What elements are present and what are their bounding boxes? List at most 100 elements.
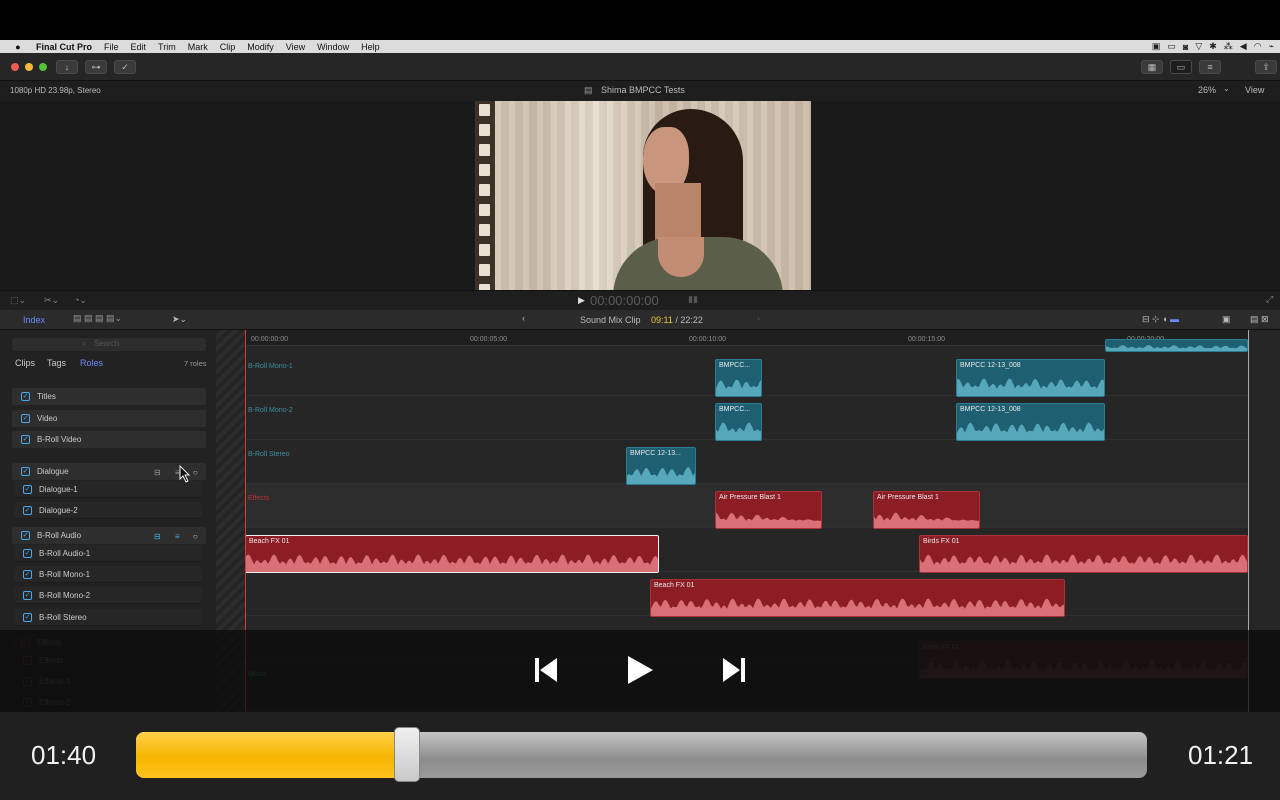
camera-icon[interactable]: ▭ — [1167, 41, 1176, 52]
index-tab[interactable]: Index — [23, 315, 45, 325]
zoom-window-button[interactable] — [39, 63, 47, 71]
role-checkbox[interactable]: ✓ — [21, 392, 30, 401]
role-row[interactable]: ✓ Dialogue-1 — [14, 481, 202, 498]
role-checkbox[interactable]: ✓ — [21, 531, 30, 540]
share-icon[interactable]: ⇪ — [1255, 60, 1277, 74]
role-checkbox[interactable]: ✓ — [21, 414, 30, 423]
broll-focus-icon[interactable]: ○ — [193, 532, 198, 541]
background-tasks-icon[interactable]: ✓ — [114, 60, 136, 74]
role-checkbox[interactable]: ✓ — [23, 590, 32, 600]
browser-toggle-icon[interactable]: ▦ — [1141, 60, 1163, 74]
timeline-clip[interactable]: Beach FX 01 — [245, 535, 659, 573]
role-row[interactable]: ✓ Video — [12, 410, 206, 427]
zoom-chevron-icon[interactable]: ⌄ — [1223, 84, 1230, 93]
role-row[interactable]: ✓ Dialogue-2 — [14, 502, 202, 519]
menu-modify[interactable]: Modify — [247, 42, 274, 52]
timeline-clip[interactable]: BMPCC 12-13... — [626, 447, 696, 485]
timeline-clip[interactable]: BMPCC 12-13_008 — [956, 403, 1105, 441]
power-icon[interactable]: ⌁ — [1269, 41, 1274, 52]
network-icon[interactable]: ⁂ — [1224, 41, 1233, 52]
role-checkbox[interactable]: ✓ — [23, 612, 32, 622]
menu-clip[interactable]: Clip — [220, 42, 236, 52]
volume-icon[interactable]: ◀ — [1240, 41, 1247, 52]
role-row[interactable]: ✓ B-Roll Mono-1 — [14, 566, 202, 583]
menu-file[interactable]: File — [104, 42, 119, 52]
role-row[interactable]: ✓ B-Roll Video — [12, 431, 206, 448]
menu-edit[interactable]: Edit — [131, 42, 147, 52]
viewer-timecode[interactable]: 00:00:00:00 — [590, 293, 659, 308]
timeline-clip[interactable]: Air Pressure Blast 1 — [715, 491, 822, 529]
video-frame[interactable] — [475, 101, 811, 290]
wifi-icon[interactable]: ◠ — [1254, 41, 1262, 52]
search-input[interactable]: ⌕ Search — [12, 338, 206, 351]
role-label: Titles — [37, 392, 56, 401]
apple-menu-icon[interactable]: ● — [8, 42, 28, 52]
bluetooth-icon[interactable]: ✱ — [1209, 41, 1217, 52]
menu-trim[interactable]: Trim — [158, 42, 176, 52]
broll-subroles-icon[interactable]: ≡ — [175, 532, 180, 541]
tab-tags[interactable]: Tags — [47, 358, 66, 368]
broll-lanes-icon[interactable]: ⊟ — [154, 532, 161, 541]
timeline-clip[interactable]: Air Pressure Blast 1 — [873, 491, 980, 529]
app-name-menu[interactable]: Final Cut Pro — [36, 42, 92, 52]
role-checkbox[interactable]: ✓ — [21, 435, 30, 444]
audio-waveform — [716, 512, 821, 528]
play-small-icon[interactable]: ▶ — [578, 295, 585, 306]
timeline-toggle-icon[interactable]: ▭ — [1170, 60, 1192, 74]
scrub-track[interactable] — [136, 732, 1147, 778]
timeline-clip[interactable]: Birds FX 01 — [919, 535, 1248, 573]
keywords-icon[interactable]: ⊶ — [85, 60, 107, 74]
audio-waveform — [716, 422, 761, 440]
tab-clips[interactable]: Clips — [15, 358, 35, 368]
transform-icon[interactable]: ⬚⌄ — [10, 295, 26, 306]
timeline-ruler[interactable]: 00:00:00:00 00:00:05:00 00:00:10:00 00:0… — [245, 330, 1248, 346]
timeline-clip[interactable]: Beach FX 01 — [650, 579, 1065, 617]
role-checkbox[interactable]: ✓ — [23, 505, 32, 515]
search-placeholder: Search — [94, 339, 120, 348]
tab-roles[interactable]: Roles — [80, 358, 103, 368]
skimming-icons[interactable]: ⊟ ⊹ ◖ ▬ — [1142, 314, 1179, 325]
dialogue-lanes-icon[interactable]: ⊟ — [154, 468, 161, 477]
skip-forward-icon[interactable] — [722, 657, 746, 683]
airplay-icon[interactable]: ▽ — [1195, 41, 1202, 52]
role-row[interactable]: ✓ B-Roll Stereo — [14, 609, 202, 626]
view-menu[interactable]: View — [1245, 85, 1264, 95]
role-checkbox[interactable]: ✓ — [23, 569, 32, 579]
timeline-clip[interactable]: BMPCC... — [715, 359, 762, 397]
role-row[interactable]: ✓ B-Roll Mono-2 — [14, 587, 202, 604]
capture-icon[interactable]: ◙ — [1183, 42, 1188, 52]
clip-appearance-icons[interactable]: ▤ ▤ ▤ ▤⌄ — [73, 313, 122, 324]
effects-browser-icon[interactable]: ▤ ⊠ — [1250, 314, 1269, 325]
menu-mark[interactable]: Mark — [188, 42, 208, 52]
inspector-toggle-icon[interactable]: ≡ — [1199, 60, 1221, 74]
menu-view[interactable]: View — [286, 42, 305, 52]
speed-icon[interactable]: ◔⌄ — [74, 295, 87, 306]
timeline-clip[interactable]: BMPCC... — [715, 403, 762, 441]
select-tool-icon[interactable]: ➤⌄ — [172, 314, 187, 325]
timeline-clip[interactable]: BMPCC 12-13_008 — [956, 359, 1105, 397]
minimize-window-button[interactable] — [25, 63, 33, 71]
timeline-clip[interactable] — [1105, 339, 1248, 352]
role-checkbox[interactable]: ✓ — [23, 484, 32, 494]
zoom-level[interactable]: 26% — [1198, 85, 1216, 95]
skip-back-icon[interactable] — [534, 657, 558, 683]
menu-help[interactable]: Help — [361, 42, 380, 52]
role-row[interactable]: ✓ B-Roll Audio-1 — [14, 545, 202, 562]
scrub-handle[interactable] — [393, 727, 420, 782]
printer-icon[interactable]: ▣ — [1152, 41, 1161, 52]
history-forward-icon[interactable]: › — [757, 313, 760, 323]
role-row[interactable]: ✓ Titles — [12, 388, 206, 405]
audio-waveform — [957, 422, 1104, 440]
enhancements-icon[interactable]: ✂⌄ — [44, 295, 59, 306]
clip-settings-icon[interactable]: ▣ — [1222, 314, 1231, 325]
audio-waveform — [716, 379, 761, 396]
role-checkbox[interactable]: ✓ — [21, 467, 30, 476]
menu-window[interactable]: Window — [317, 42, 349, 52]
dialogue-focus-icon[interactable]: ○ — [193, 468, 198, 477]
play-icon[interactable] — [626, 655, 654, 685]
role-checkbox[interactable]: ✓ — [23, 548, 32, 558]
fullscreen-icon[interactable]: ⤢ — [1266, 294, 1273, 305]
import-icon[interactable]: ↓ — [56, 60, 78, 74]
history-back-icon[interactable]: ‹ — [522, 313, 525, 323]
close-window-button[interactable] — [11, 63, 19, 71]
